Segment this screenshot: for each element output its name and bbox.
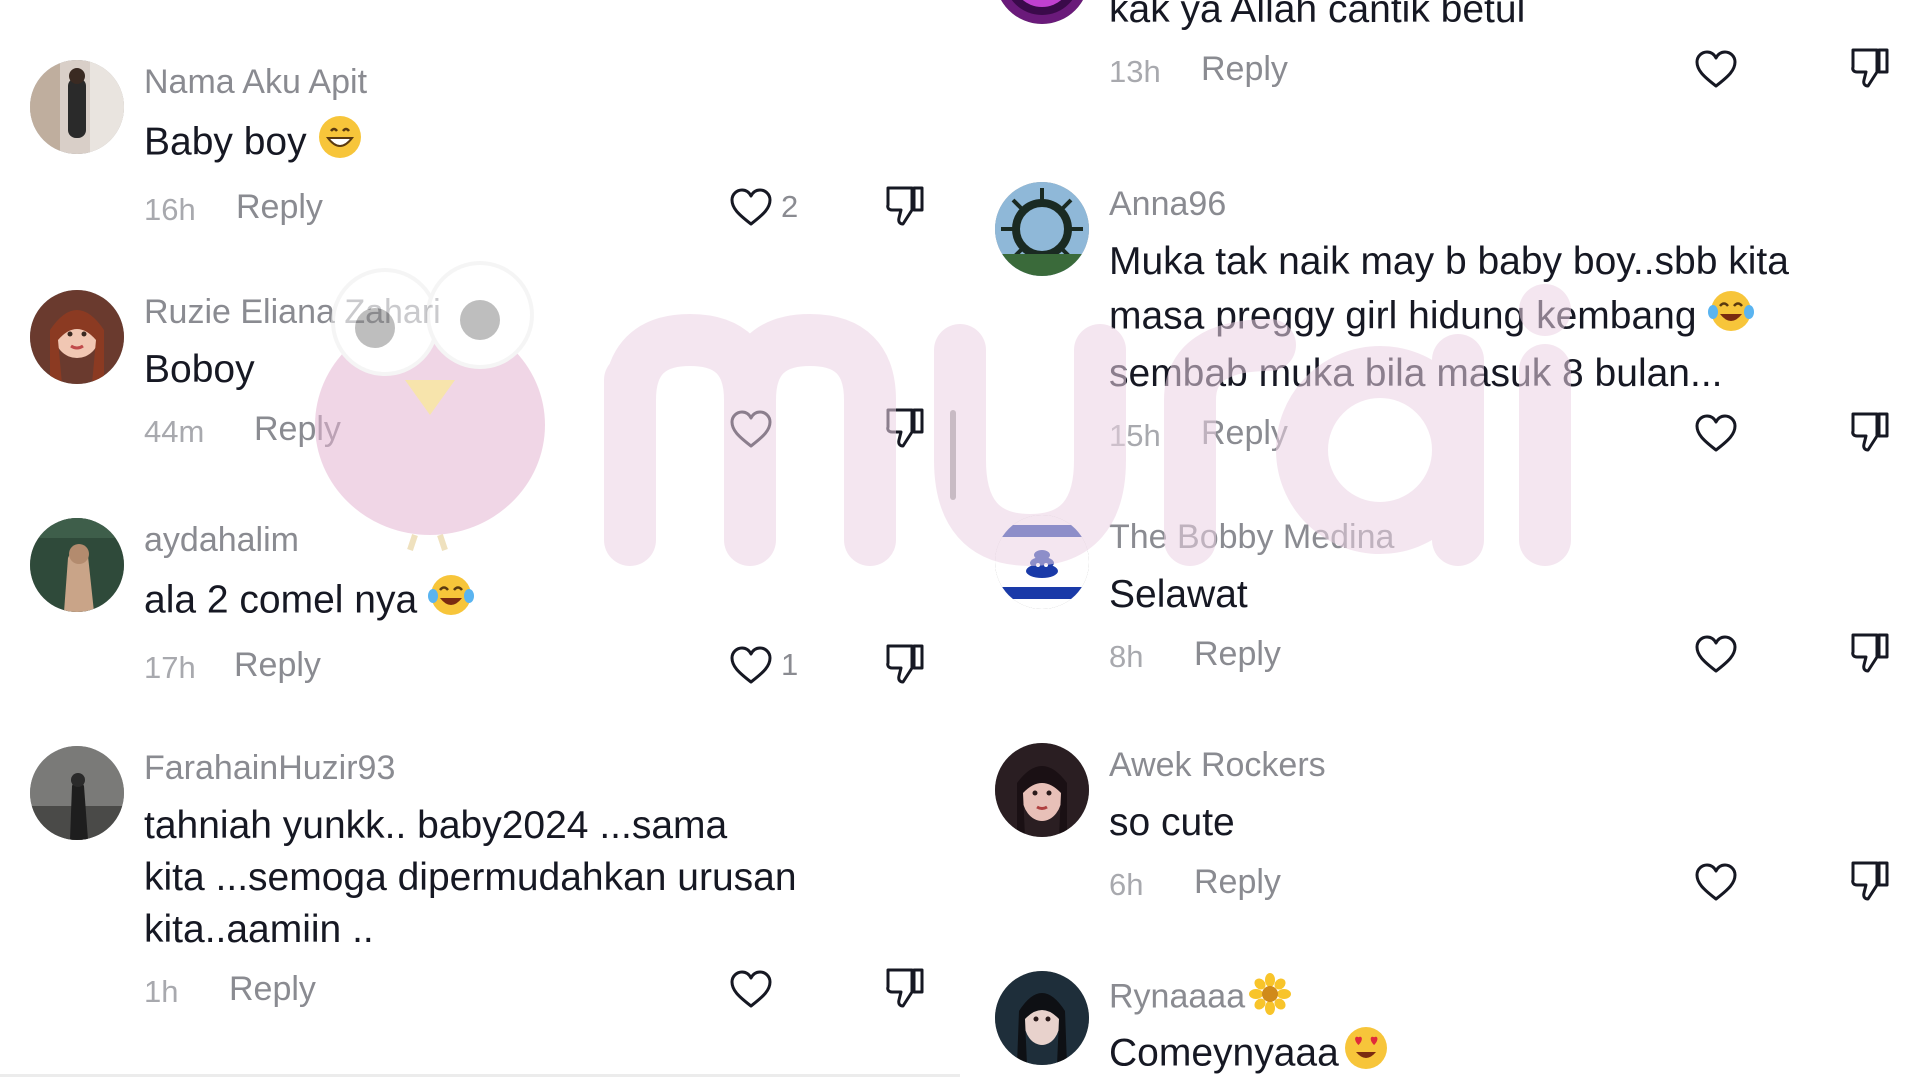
comment-meta: 1h Reply <box>144 966 940 1016</box>
comment-username[interactable]: FarahainHuzir93 <box>144 748 940 788</box>
heart-outline-icon <box>1695 50 1737 88</box>
comment-username[interactable]: The Bobby Medina <box>1109 517 1900 557</box>
comment-text: so cute <box>1109 801 1235 844</box>
avatar[interactable] <box>30 60 124 154</box>
comment-text: Muka tak naik may b baby boy..sbb kita m… <box>1109 240 1789 395</box>
comment-meta: 44m Reply <box>144 406 940 456</box>
comment-username[interactable]: Nama Aku Apit <box>144 62 940 102</box>
dislike-button[interactable] <box>1849 631 1891 680</box>
avatar[interactable] <box>995 971 1089 1065</box>
thumbs-down-icon <box>1851 412 1889 452</box>
like-count: 1 <box>781 647 799 682</box>
comment-text: ala 2 comel nya <box>144 572 940 632</box>
dislike-button[interactable] <box>1849 859 1891 908</box>
reply-button[interactable]: Reply <box>234 646 321 685</box>
divider <box>0 1074 960 1077</box>
dislike-button[interactable] <box>1849 46 1891 95</box>
avatar[interactable] <box>30 290 124 384</box>
reply-button[interactable]: Reply <box>1194 635 1281 674</box>
left-comments-panel: Nama Aku Apit Baby boy 16h Reply 2 Ruzie… <box>0 0 960 1080</box>
like-button[interactable] <box>1694 859 1738 905</box>
thumbs-down-icon <box>1851 861 1889 901</box>
comment-username[interactable]: Ruzie Eliana Zahari <box>144 292 940 332</box>
comment-text: Selawat <box>1109 573 1248 616</box>
dislike-button[interactable] <box>884 966 926 1015</box>
heart-eyes-emoji-icon <box>1343 1025 1389 1080</box>
comment-text: tahniah yunkk.. baby2024 ...sama kita ..… <box>144 804 797 951</box>
avatar[interactable] <box>995 743 1089 837</box>
comment-meta: 8h Reply <box>1109 631 1900 681</box>
dislike-button[interactable] <box>884 642 926 691</box>
dislike-button[interactable] <box>884 184 926 233</box>
comment-meta: 13h Reply <box>1109 46 1900 96</box>
reply-button[interactable]: Reply <box>236 188 323 227</box>
comment-username[interactable]: Rynaaaa <box>1109 973 1900 1015</box>
comment-meta: 15h Reply <box>1109 410 1900 460</box>
thumbs-down-icon <box>886 186 924 226</box>
thumbs-down-icon <box>886 968 924 1008</box>
scrollbar[interactable] <box>950 410 956 500</box>
comment-timestamp: 13h <box>1109 54 1161 89</box>
reply-button[interactable]: Reply <box>229 970 316 1009</box>
heart-outline-icon <box>1695 863 1737 901</box>
heart-outline-icon <box>1695 414 1737 452</box>
comment-username[interactable]: aydahalim <box>144 520 940 560</box>
heart-outline-icon <box>730 646 772 684</box>
reply-button[interactable]: Reply <box>1201 50 1288 89</box>
comment-timestamp: 16h <box>144 192 196 227</box>
avatar[interactable] <box>30 518 124 612</box>
comment-timestamp: 17h <box>144 650 196 685</box>
heart-outline-icon <box>730 970 772 1008</box>
dislike-button[interactable] <box>1849 410 1891 459</box>
comment-username[interactable]: Anna96 <box>1109 184 1900 224</box>
avatar[interactable] <box>995 182 1089 276</box>
thumbs-down-icon <box>886 644 924 684</box>
like-button[interactable] <box>1694 46 1738 92</box>
right-comments-panel: kak ya Allah cantik betul 13h Reply Anna… <box>965 0 1920 1080</box>
like-count: 2 <box>781 189 799 224</box>
like-button[interactable]: 1 <box>729 642 798 688</box>
thumbs-down-icon <box>1851 633 1889 673</box>
thumbs-down-icon <box>1851 48 1889 88</box>
reply-button[interactable]: Reply <box>1201 414 1288 453</box>
comment-text: kak ya Allah cantik betul <box>1109 0 1526 31</box>
tears-of-joy-emoji-icon <box>427 572 475 632</box>
grinning-face-emoji-icon <box>317 114 363 174</box>
comment-text: Boboy <box>144 348 255 391</box>
reply-button[interactable]: Reply <box>1194 863 1281 902</box>
comment-timestamp: 44m <box>144 414 205 449</box>
sunflower-emoji-icon <box>1249 973 1292 1024</box>
avatar[interactable] <box>30 746 124 840</box>
avatar[interactable] <box>995 515 1089 609</box>
heart-outline-icon <box>730 188 772 226</box>
like-button[interactable] <box>729 406 781 452</box>
comment-timestamp: 15h <box>1109 418 1161 453</box>
thumbs-down-icon <box>886 408 924 448</box>
comment-text: Baby boy <box>144 114 940 174</box>
dislike-button[interactable] <box>884 406 926 455</box>
reply-button[interactable]: Reply <box>254 410 341 449</box>
comment-text: Comeynyaaa <box>1109 1025 1900 1080</box>
comment-meta: 17h Reply 1 <box>144 642 940 692</box>
heart-outline-icon <box>1695 635 1737 673</box>
avatar[interactable] <box>995 0 1089 24</box>
like-button[interactable] <box>1694 410 1738 456</box>
comment-username[interactable]: Awek Rockers <box>1109 745 1900 785</box>
like-button[interactable]: 2 <box>729 184 798 230</box>
like-button[interactable] <box>1694 631 1738 677</box>
heart-outline-icon <box>730 410 772 448</box>
tears-of-joy-emoji-icon <box>1707 288 1755 348</box>
comment-meta: 16h Reply 2 <box>144 184 940 234</box>
comment-timestamp: 6h <box>1109 867 1144 902</box>
comment-timestamp: 8h <box>1109 639 1144 674</box>
comment-timestamp: 1h <box>144 974 179 1009</box>
like-button[interactable] <box>729 966 781 1012</box>
comment-meta: 6h Reply <box>1109 859 1900 909</box>
